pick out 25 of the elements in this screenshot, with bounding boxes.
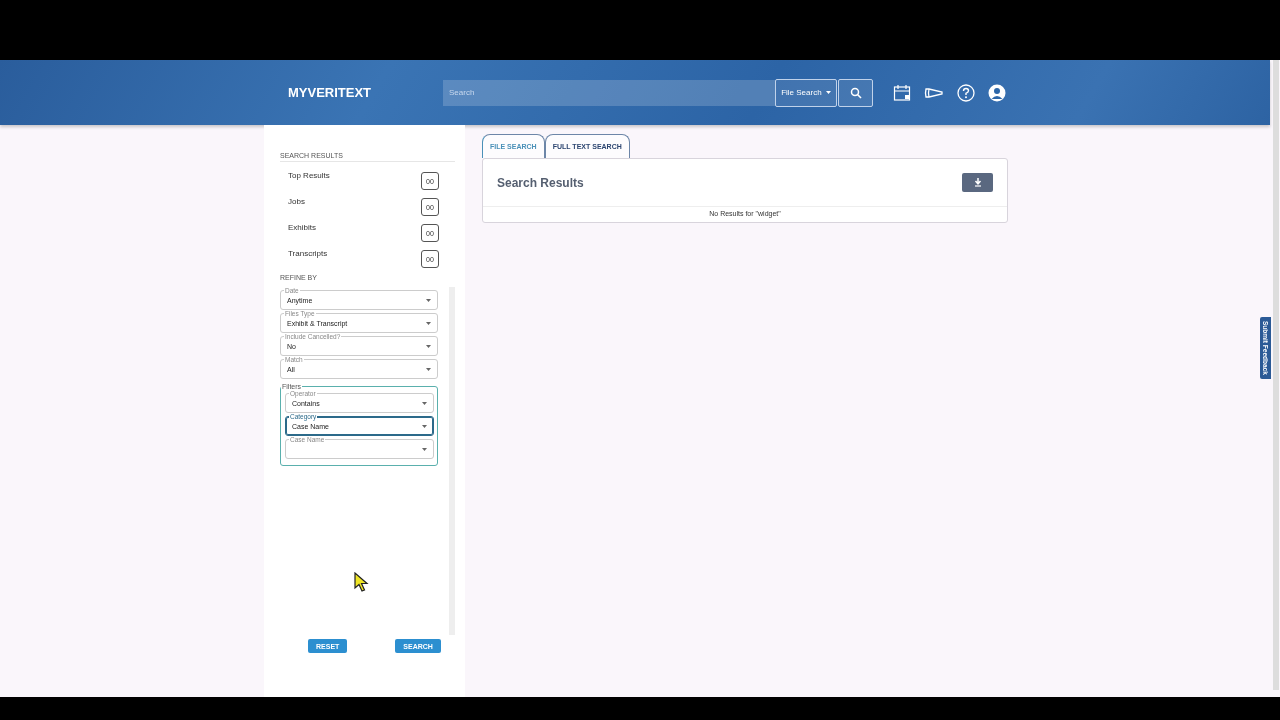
result-category[interactable]: Transcripts xyxy=(288,249,328,258)
caret-icon xyxy=(426,321,432,325)
calendar-icon[interactable] xyxy=(893,83,911,102)
caret-icon xyxy=(426,298,432,302)
caret-icon xyxy=(422,401,428,405)
user-icon[interactable] xyxy=(988,83,1006,102)
caret-icon xyxy=(426,344,432,348)
caret-icon xyxy=(825,91,831,95)
download-button[interactable] xyxy=(962,173,993,192)
card-title: Search Results xyxy=(497,175,584,190)
caret-icon xyxy=(422,447,428,451)
cursor-icon xyxy=(354,572,369,592)
search-button[interactable] xyxy=(838,78,873,107)
caret-icon xyxy=(426,367,432,371)
caret-icon xyxy=(422,424,428,428)
result-category[interactable]: Exhibits xyxy=(288,223,316,232)
result-category[interactable]: Top Results xyxy=(288,171,330,180)
result-category[interactable]: Jobs xyxy=(288,197,305,206)
page-scrollbar[interactable] xyxy=(1273,60,1279,690)
search-scope-dropdown[interactable]: File Search xyxy=(775,78,837,107)
help-icon[interactable] xyxy=(957,83,975,102)
search-icon xyxy=(850,87,862,99)
logo: MYVERITEXT xyxy=(288,85,373,100)
select-field[interactable] xyxy=(285,439,435,459)
download-icon xyxy=(973,178,982,187)
